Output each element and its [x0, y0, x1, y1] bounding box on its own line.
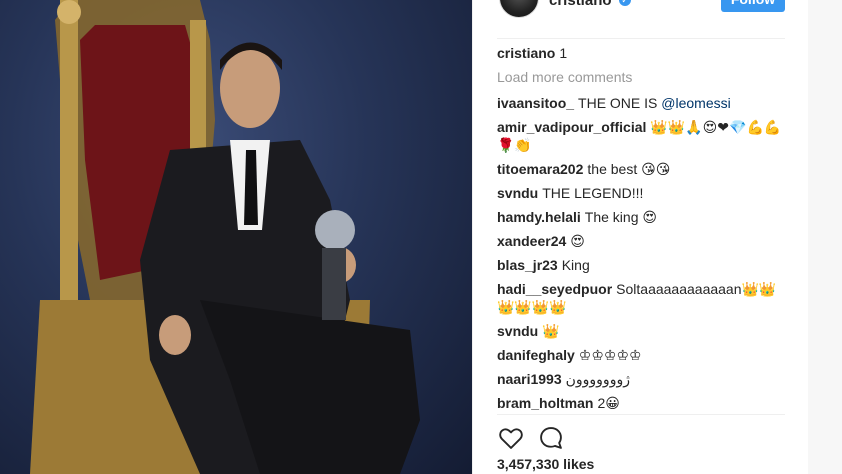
post-photo-illustration	[30, 0, 420, 474]
actions-divider	[497, 414, 785, 415]
follow-button[interactable]: Follow	[721, 0, 785, 12]
post-header: cristiano ✓ Follow	[497, 0, 785, 39]
comment-bubble-icon[interactable]	[537, 424, 565, 452]
comment-item: titoemara202 the best 😘😘	[497, 160, 785, 178]
likes-count[interactable]: 3,457,330 likes	[497, 456, 594, 472]
comment-item: blas_jr23 King	[497, 256, 785, 274]
comment-username[interactable]: svndu	[497, 185, 538, 201]
comment-text: 2😀	[597, 395, 620, 411]
comment-item: hamdy.helali The king 😍	[497, 208, 785, 226]
comment-username[interactable]: xandeer24	[497, 233, 566, 249]
comment-item: svndu THE LEGEND!!!	[497, 184, 785, 202]
heart-icon[interactable]	[497, 424, 525, 452]
comment-item: ivaansitoo_ THE ONE IS @leomessi	[497, 94, 785, 112]
post-photo[interactable]	[0, 0, 472, 474]
comment-mention-link[interactable]: @leomessi	[661, 95, 730, 111]
comment-username[interactable]: hamdy.helali	[497, 209, 581, 225]
comment-username[interactable]: naari1993	[497, 371, 562, 387]
post-side-panel: cristiano ✓ Follow cristiano1 Load more …	[472, 0, 808, 474]
comment-text: ژووووووون	[565, 371, 630, 387]
comment-username[interactable]: titoemara202	[497, 161, 583, 177]
comment-username[interactable]: svndu	[497, 323, 538, 339]
comment-item: danifeghaly ♔♔♔♔♔	[497, 346, 785, 364]
caption-text: 1	[559, 45, 568, 61]
verified-badge-icon: ✓	[619, 0, 631, 6]
comment-text: The king 😍	[584, 209, 657, 225]
comment-item: bram_holtman 2😀	[497, 394, 785, 412]
comment-item: xandeer24 😍	[497, 232, 785, 250]
caption: cristiano 1	[497, 44, 785, 62]
comment-text: the best 😘😘	[587, 161, 671, 177]
comment-text: 👑	[542, 323, 560, 339]
comment-username[interactable]: blas_jr23	[497, 257, 558, 273]
comment-text: THE ONE IS	[578, 95, 662, 111]
load-more-comments-button[interactable]: Load more comments	[497, 68, 785, 86]
comment-text: THE LEGEND!!!	[542, 185, 644, 201]
comment-username[interactable]: amir_vadipour_official	[497, 119, 646, 135]
caption-username[interactable]: cristiano	[497, 45, 555, 61]
post-author-username[interactable]: cristiano	[549, 0, 612, 9]
comment-item: hadi__seyedpuor Soltaaaaaaaaaaaan👑👑👑👑👑👑	[497, 280, 785, 316]
avatar[interactable]	[499, 0, 539, 18]
page-background-edge	[808, 0, 842, 474]
comment-username[interactable]: bram_holtman	[497, 395, 593, 411]
comment-text: ♔♔♔♔♔	[578, 347, 642, 363]
comments-list[interactable]: cristiano 1 Load more comments ivaansitoo…	[497, 44, 785, 414]
comment-item: naari1993 ژووووووون	[497, 370, 785, 388]
comment-text: King	[561, 257, 590, 273]
comment-item: amir_vadipour_official 👑👑🙏😍❤💎💪💪🌹👏	[497, 118, 785, 154]
comment-username[interactable]: hadi__seyedpuor	[497, 281, 612, 297]
comment-item: svndu 👑	[497, 322, 785, 340]
comment-text: 😍	[570, 233, 585, 249]
comment-username[interactable]: ivaansitoo_	[497, 95, 574, 111]
comment-username[interactable]: danifeghaly	[497, 347, 575, 363]
